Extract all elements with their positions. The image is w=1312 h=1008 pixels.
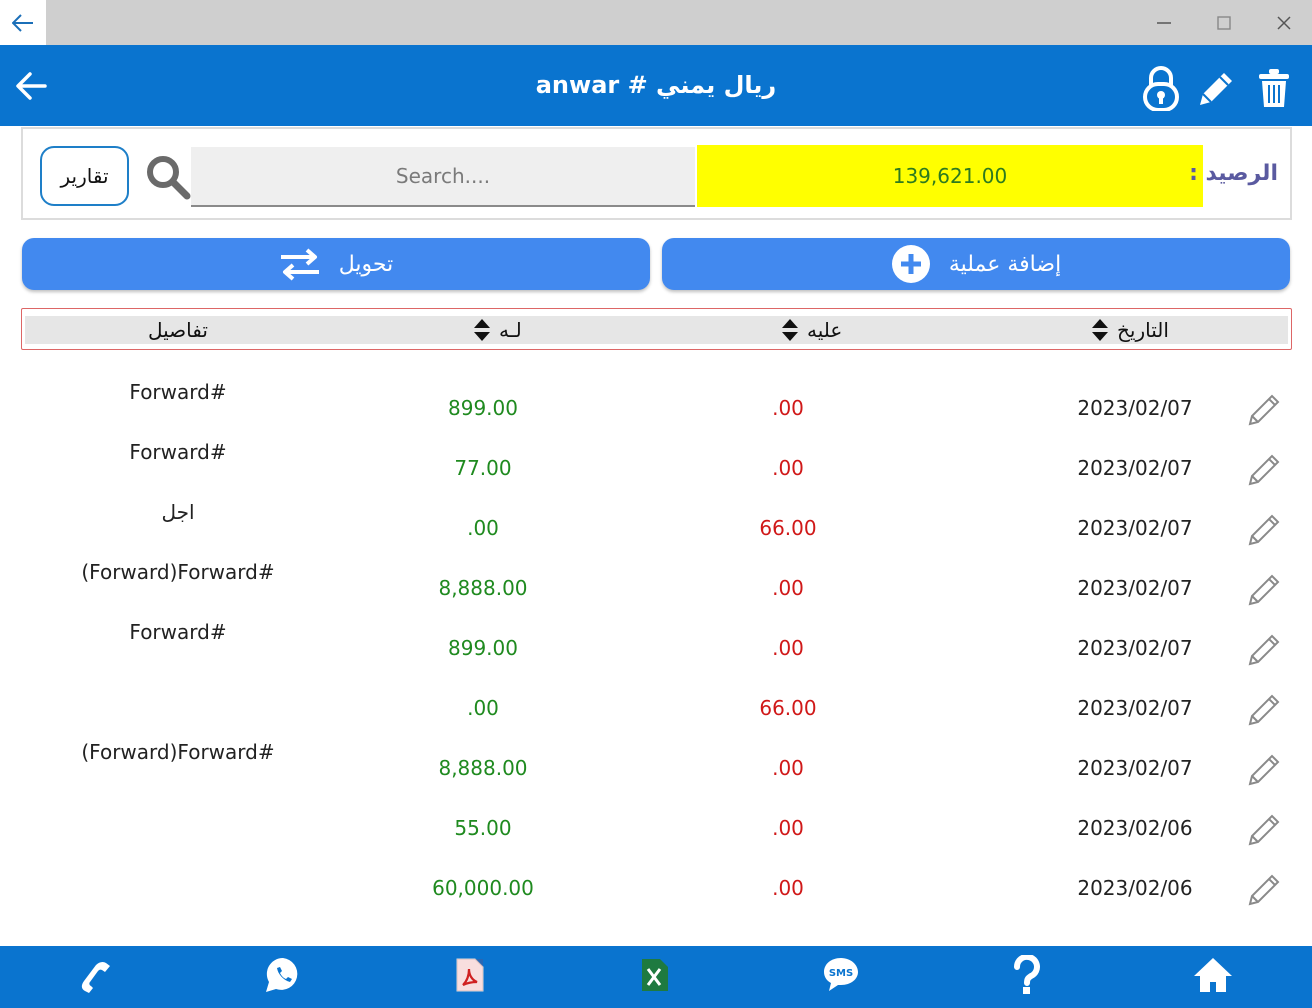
svg-text:SMS: SMS — [829, 968, 853, 979]
row-credit: 55.00 — [454, 816, 512, 840]
row-debit: .00 — [772, 576, 804, 600]
home-icon — [1194, 958, 1232, 992]
maximize-button[interactable] — [1194, 0, 1254, 45]
sort-icon — [782, 319, 798, 341]
balance-label: الرصيد : — [1189, 161, 1278, 186]
table-row[interactable]: 2023/02/06 .00 55.00 — [0, 780, 1312, 846]
table-row[interactable]: 2023/02/07 .00 8,888.00 (Forward)Forward… — [0, 720, 1312, 786]
row-date: 2023/02/07 — [1077, 576, 1193, 600]
row-credit: 8,888.00 — [438, 756, 528, 780]
minimize-button[interactable] — [1134, 0, 1194, 45]
table-row[interactable]: 2023/02/07 66.00 .00 اجل — [0, 480, 1312, 546]
row-debit: 66.00 — [759, 696, 817, 720]
edit-pencil-icon[interactable] — [1244, 870, 1284, 910]
trash-icon[interactable] — [1254, 65, 1294, 111]
page-title: ريال يمني # anwar — [535, 71, 777, 99]
whatsapp-icon — [266, 957, 298, 992]
column-header-debit[interactable]: عليه — [781, 318, 842, 342]
excel-icon — [642, 959, 668, 991]
row-date: 2023/02/07 — [1077, 636, 1193, 660]
row-credit: 899.00 — [448, 396, 518, 420]
column-header-date[interactable]: التاريخ — [1091, 318, 1169, 342]
close-button[interactable] — [1254, 0, 1312, 45]
maximize-icon — [1217, 15, 1231, 30]
sort-icon — [1092, 319, 1108, 341]
row-credit: .00 — [467, 696, 499, 720]
lock-icon[interactable] — [1141, 65, 1181, 111]
table-row[interactable]: 2023/02/07 .00 8,888.00 (Forward)Forward… — [0, 540, 1312, 606]
row-date: 2023/02/07 — [1077, 396, 1193, 420]
row-date: 2023/02/07 — [1077, 756, 1193, 780]
pdf-icon — [456, 958, 484, 992]
minimize-icon — [1157, 21, 1171, 24]
pdf-export-button[interactable] — [447, 952, 493, 998]
row-debit: .00 — [772, 756, 804, 780]
phone-button[interactable] — [74, 952, 120, 998]
row-debit: .00 — [772, 396, 804, 420]
table-row[interactable]: 2023/02/07 66.00 .00 — [0, 660, 1312, 726]
column-header-details: تفاصيل — [148, 318, 208, 342]
row-date: 2023/02/07 — [1077, 516, 1193, 540]
help-icon — [1013, 955, 1040, 994]
search-input[interactable] — [191, 147, 695, 207]
reports-button[interactable]: تقارير — [40, 146, 129, 206]
row-debit: .00 — [772, 636, 804, 660]
sms-button[interactable]: SMS — [818, 952, 864, 998]
row-credit: 8,888.00 — [438, 576, 528, 600]
help-button[interactable] — [1004, 952, 1050, 998]
row-details: Forward# — [129, 380, 227, 404]
row-details: (Forward)Forward# — [81, 560, 275, 584]
row-date: 2023/02/06 — [1077, 816, 1193, 840]
whatsapp-button[interactable] — [260, 952, 306, 998]
app-header: ريال يمني # anwar — [0, 45, 1312, 126]
pencil-icon[interactable] — [1194, 65, 1234, 111]
row-date: 2023/02/07 — [1077, 456, 1193, 480]
add-transaction-button[interactable]: إضافة عملية — [662, 238, 1290, 290]
plus-circle-icon — [891, 245, 930, 283]
bottom-nav: SMS — [0, 946, 1312, 1008]
row-credit: 77.00 — [454, 456, 512, 480]
sort-icon — [474, 319, 490, 341]
search-icon[interactable] — [145, 154, 191, 200]
row-credit: .00 — [467, 516, 499, 540]
row-details: (Forward)Forward# — [81, 740, 275, 764]
excel-export-button[interactable] — [632, 952, 678, 998]
close-icon — [1277, 15, 1291, 30]
column-header-credit[interactable]: لـه — [473, 318, 522, 342]
arrow-left-icon — [12, 13, 33, 32]
row-details: Forward# — [129, 620, 227, 644]
transfer-icon — [280, 248, 319, 281]
row-credit: 60,000.00 — [432, 876, 534, 900]
row-debit: .00 — [772, 456, 804, 480]
add-transaction-label: إضافة عملية — [948, 251, 1062, 277]
row-credit: 899.00 — [448, 636, 518, 660]
window-back-button[interactable] — [0, 0, 46, 45]
row-date: 2023/02/07 — [1077, 696, 1193, 720]
row-date: 2023/02/06 — [1077, 876, 1193, 900]
row-debit: 66.00 — [759, 516, 817, 540]
window-titlebar — [0, 0, 1312, 45]
row-details: اجل — [161, 500, 195, 524]
table-header: التاريخ عليه لـه تفاصيل — [21, 308, 1292, 350]
sms-icon: SMS — [824, 958, 858, 991]
home-button[interactable] — [1190, 952, 1236, 998]
transfer-button[interactable]: تحويل — [22, 238, 650, 290]
row-debit: .00 — [772, 816, 804, 840]
balance-value: 139,621.00 — [697, 145, 1203, 207]
phone-icon — [81, 961, 110, 993]
transfer-label: تحويل — [338, 251, 394, 277]
balance-panel: تقارير 139,621.00 الرصيد : — [21, 127, 1292, 220]
table-row[interactable]: 2023/02/07 .00 899.00 Forward# — [0, 360, 1312, 426]
row-debit: .00 — [772, 876, 804, 900]
table-row[interactable]: 2023/02/06 .00 60,000.00 — [0, 840, 1312, 906]
table-row[interactable]: 2023/02/07 .00 77.00 Forward# — [0, 420, 1312, 486]
table-row[interactable]: 2023/02/07 .00 899.00 Forward# — [0, 600, 1312, 666]
row-details: Forward# — [129, 440, 227, 464]
